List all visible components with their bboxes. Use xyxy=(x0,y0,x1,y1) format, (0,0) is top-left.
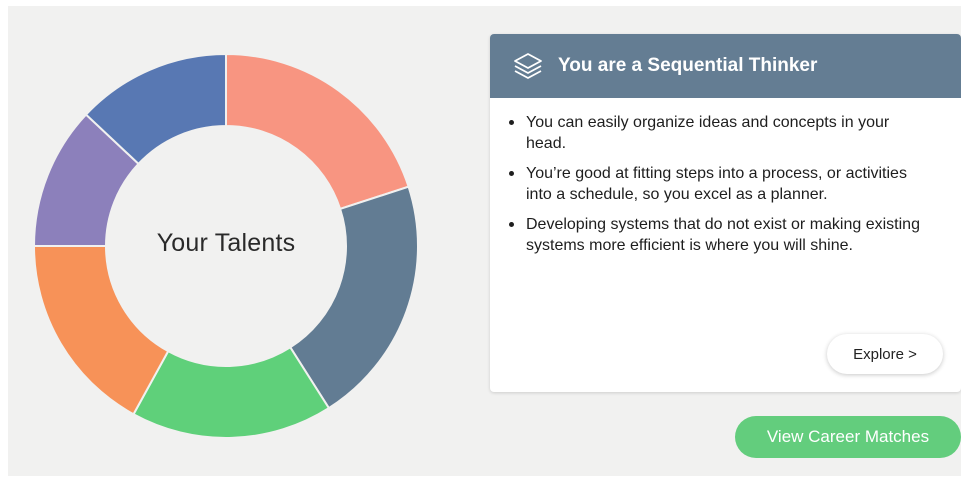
layers-icon xyxy=(512,50,544,82)
trait-list: You can easily organize ideas and concep… xyxy=(490,98,961,256)
trait-text: You’re good at fitting steps into a proc… xyxy=(526,165,907,203)
thinker-card: You are a Sequential Thinker You can eas… xyxy=(490,34,961,392)
bullet-icon xyxy=(509,171,514,176)
donut-center-label: Your Talents xyxy=(156,229,296,257)
trait-item: Developing systems that do not exist or … xyxy=(509,214,927,256)
bullet-icon xyxy=(509,120,514,125)
card-title: You are a Sequential Thinker xyxy=(558,55,818,76)
bullet-icon xyxy=(509,222,514,227)
trait-text: You can easily organize ideas and concep… xyxy=(526,114,890,152)
view-career-matches-button[interactable]: View Career Matches xyxy=(735,416,961,458)
explore-button[interactable]: Explore > xyxy=(827,334,943,374)
talents-donut-chart: Your Talents xyxy=(26,46,426,446)
trait-item: You can easily organize ideas and concep… xyxy=(509,112,927,154)
card-header: You are a Sequential Thinker xyxy=(490,34,961,98)
talents-panel: Your Talents You are a Sequential Thinke… xyxy=(8,6,961,476)
trait-item: You’re good at fitting steps into a proc… xyxy=(509,163,927,205)
trait-text: Developing systems that do not exist or … xyxy=(526,216,920,254)
